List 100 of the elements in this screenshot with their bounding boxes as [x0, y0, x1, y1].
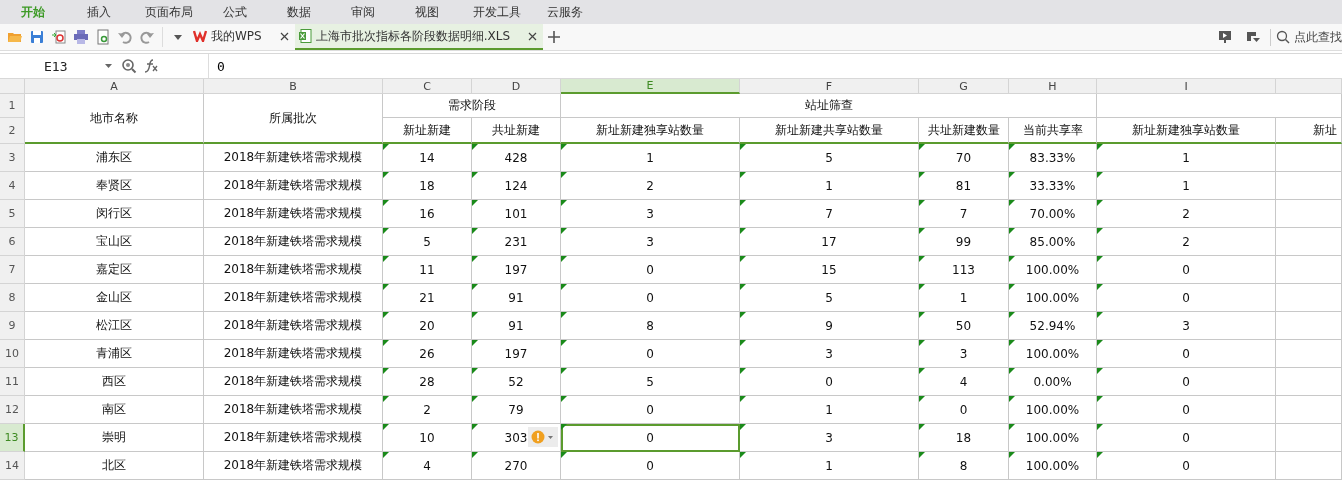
table-cell: 2	[383, 396, 472, 424]
table-cell: 79	[472, 396, 561, 424]
row-header[interactable]: 14	[0, 452, 25, 480]
table-cell: 0	[561, 340, 740, 368]
row-header[interactable]: 9	[0, 312, 25, 340]
table-header-cell: 新址新建	[383, 118, 472, 144]
table-cell: 3	[740, 424, 919, 452]
ribbon-tab[interactable]: 开发工具	[473, 3, 547, 21]
empty-cell	[1276, 368, 1342, 396]
table-cell: 1	[740, 396, 919, 424]
table-cell: 16	[383, 200, 472, 228]
empty-cell	[1276, 200, 1342, 228]
table-cell: 南区	[25, 396, 204, 424]
table-header-cell: 新址新建共享站数量	[740, 118, 919, 144]
table-cell: 33.33%	[1009, 172, 1097, 200]
column-header[interactable]: I	[1097, 79, 1276, 94]
row-header[interactable]: 8	[0, 284, 25, 312]
table-cell: 2	[561, 172, 740, 200]
table-cell: 101	[472, 200, 561, 228]
table-cell: 99	[919, 228, 1009, 256]
ribbon-tab[interactable]: 审阅	[351, 3, 415, 21]
empty-cell	[1276, 256, 1342, 284]
table-header-cell: 新址新建独享站数量	[1097, 118, 1276, 144]
table-cell: 金山区	[25, 284, 204, 312]
column-header[interactable]: F	[740, 79, 919, 94]
column-header[interactable]: D	[472, 79, 561, 94]
table-cell: 26	[383, 340, 472, 368]
table-cell: 5	[561, 368, 740, 396]
ribbon-tab[interactable]: 页面布局	[145, 3, 223, 21]
table-header-cell: 共址新建	[472, 118, 561, 144]
table-cell: 100.00%	[1009, 424, 1097, 452]
spreadsheet-file-icon	[298, 29, 312, 43]
table-cell: 5	[740, 144, 919, 172]
table-cell: 0	[561, 284, 740, 312]
table-cell: 52.94%	[1009, 312, 1097, 340]
table-cell: 青浦区	[25, 340, 204, 368]
table-cell: 1	[561, 144, 740, 172]
empty-cell	[1276, 396, 1342, 424]
ribbon-tab[interactable]: 插入	[87, 3, 145, 21]
table-cell: 100.00%	[1009, 452, 1097, 480]
table-cell: 0	[1097, 340, 1276, 368]
table-cell: 17	[740, 228, 919, 256]
group-header-cell: 站址筛查	[561, 94, 1097, 118]
row-header[interactable]: 4	[0, 172, 25, 200]
table-cell: 0	[1097, 452, 1276, 480]
table-cell: 3	[1097, 312, 1276, 340]
table-cell: 197	[472, 340, 561, 368]
row-header[interactable]: 6	[0, 228, 25, 256]
row-header[interactable]: 1	[0, 94, 25, 118]
table-cell: 北区	[25, 452, 204, 480]
row-header[interactable]: 10	[0, 340, 25, 368]
ribbon-tab[interactable]: 云服务	[547, 3, 613, 21]
table-cell: 0	[1097, 424, 1276, 452]
ribbon-tab[interactable]: 视图	[415, 3, 473, 21]
close-icon[interactable]	[528, 31, 538, 41]
table-cell: 2018年新建铁塔需求规模	[204, 452, 383, 480]
command-search-field[interactable]: 点此查找	[1270, 28, 1342, 46]
table-cell: 15	[740, 256, 919, 284]
row-header[interactable]: 12	[0, 396, 25, 424]
row-header[interactable]: 3	[0, 144, 25, 172]
formula-field[interactable]: 0	[208, 54, 1342, 78]
ribbon-tab[interactable]: 公式	[223, 3, 287, 21]
empty-cell	[1276, 144, 1342, 172]
table-header-cell: 地市名称	[25, 94, 204, 144]
table-cell: 124	[472, 172, 561, 200]
empty-cell	[1276, 452, 1342, 480]
cell-name-box[interactable]: E13	[0, 58, 118, 74]
table-cell: 3	[740, 340, 919, 368]
table-cell: 100.00%	[1009, 340, 1097, 368]
row-header[interactable]: 5	[0, 200, 25, 228]
row-header[interactable]: 2	[0, 118, 25, 144]
table-cell: 2018年新建铁塔需求规模	[204, 424, 383, 452]
row-header[interactable]: 7	[0, 256, 25, 284]
column-header[interactable]: H	[1009, 79, 1097, 94]
column-header[interactable]: A	[25, 79, 204, 94]
close-icon[interactable]	[279, 31, 289, 41]
row-header[interactable]: 11	[0, 368, 25, 396]
ribbon-tab[interactable]: 数据	[287, 3, 351, 21]
table-cell: 2018年新建铁塔需求规模	[204, 396, 383, 424]
table-cell: 270	[472, 452, 561, 480]
table-cell: 宝山区	[25, 228, 204, 256]
table-cell: 0	[1097, 256, 1276, 284]
table-cell: 113	[919, 256, 1009, 284]
table-cell: 5	[383, 228, 472, 256]
table-cell: 2018年新建铁塔需求规模	[204, 368, 383, 396]
column-header[interactable]: B	[204, 79, 383, 94]
table-cell: 2018年新建铁塔需求规模	[204, 256, 383, 284]
table-cell: 8	[561, 312, 740, 340]
table-cell: 85.00%	[1009, 228, 1097, 256]
document-tab[interactable]: 我的WPS	[189, 24, 295, 50]
table-cell: 0.00%	[1009, 368, 1097, 396]
document-tab[interactable]: 上海市批次指标各阶段数据明细.XLS	[294, 24, 544, 50]
table-cell: 4	[383, 452, 472, 480]
column-header[interactable]: C	[383, 79, 472, 94]
table-cell: 18	[919, 424, 1009, 452]
table-cell: 18	[383, 172, 472, 200]
table-cell: 2018年新建铁塔需求规模	[204, 340, 383, 368]
table-cell: 52	[472, 368, 561, 396]
table-cell: 2018年新建铁塔需求规模	[204, 172, 383, 200]
column-header[interactable]: G	[919, 79, 1009, 94]
